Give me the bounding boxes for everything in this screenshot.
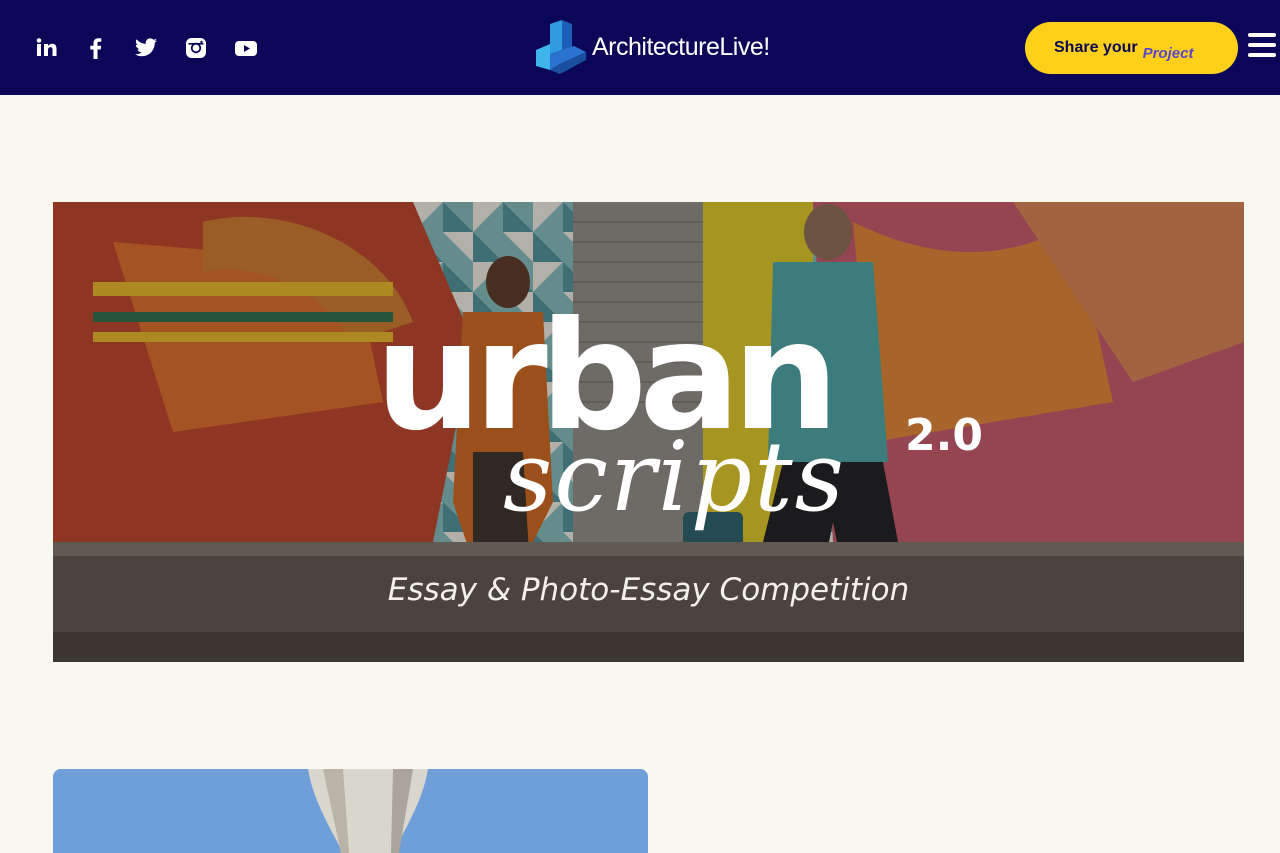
facebook-icon[interactable] <box>84 34 134 62</box>
banner-subtitle: Essay & Photo-Essay Competition <box>387 572 910 608</box>
hero-banner[interactable]: urban scripts 2.0 Essay & Photo-Essay Co… <box>53 202 1244 662</box>
linkedin-icon[interactable] <box>34 34 84 62</box>
site-header: ArchitectureLive! Share your Project <box>0 0 1280 95</box>
hamburger-menu-icon[interactable] <box>1248 33 1276 59</box>
banner-version: 2.0 <box>905 410 983 461</box>
share-project-button[interactable]: Share your Project <box>1025 22 1238 74</box>
share-button-label-accent: Project <box>1142 44 1194 62</box>
twitter-icon[interactable] <box>134 34 184 62</box>
logo-mark-icon <box>536 20 586 74</box>
banner-title-scripts: scripts <box>503 421 846 533</box>
logo-text: ArchitectureLive! <box>592 32 770 61</box>
site-logo[interactable]: ArchitectureLive! <box>534 20 770 74</box>
youtube-icon[interactable] <box>234 34 284 62</box>
share-button-label: Share your <box>1054 39 1138 56</box>
tower-image <box>53 769 648 853</box>
article-card-image[interactable] <box>53 769 648 853</box>
instagram-icon[interactable] <box>184 34 234 62</box>
social-links <box>34 34 284 62</box>
